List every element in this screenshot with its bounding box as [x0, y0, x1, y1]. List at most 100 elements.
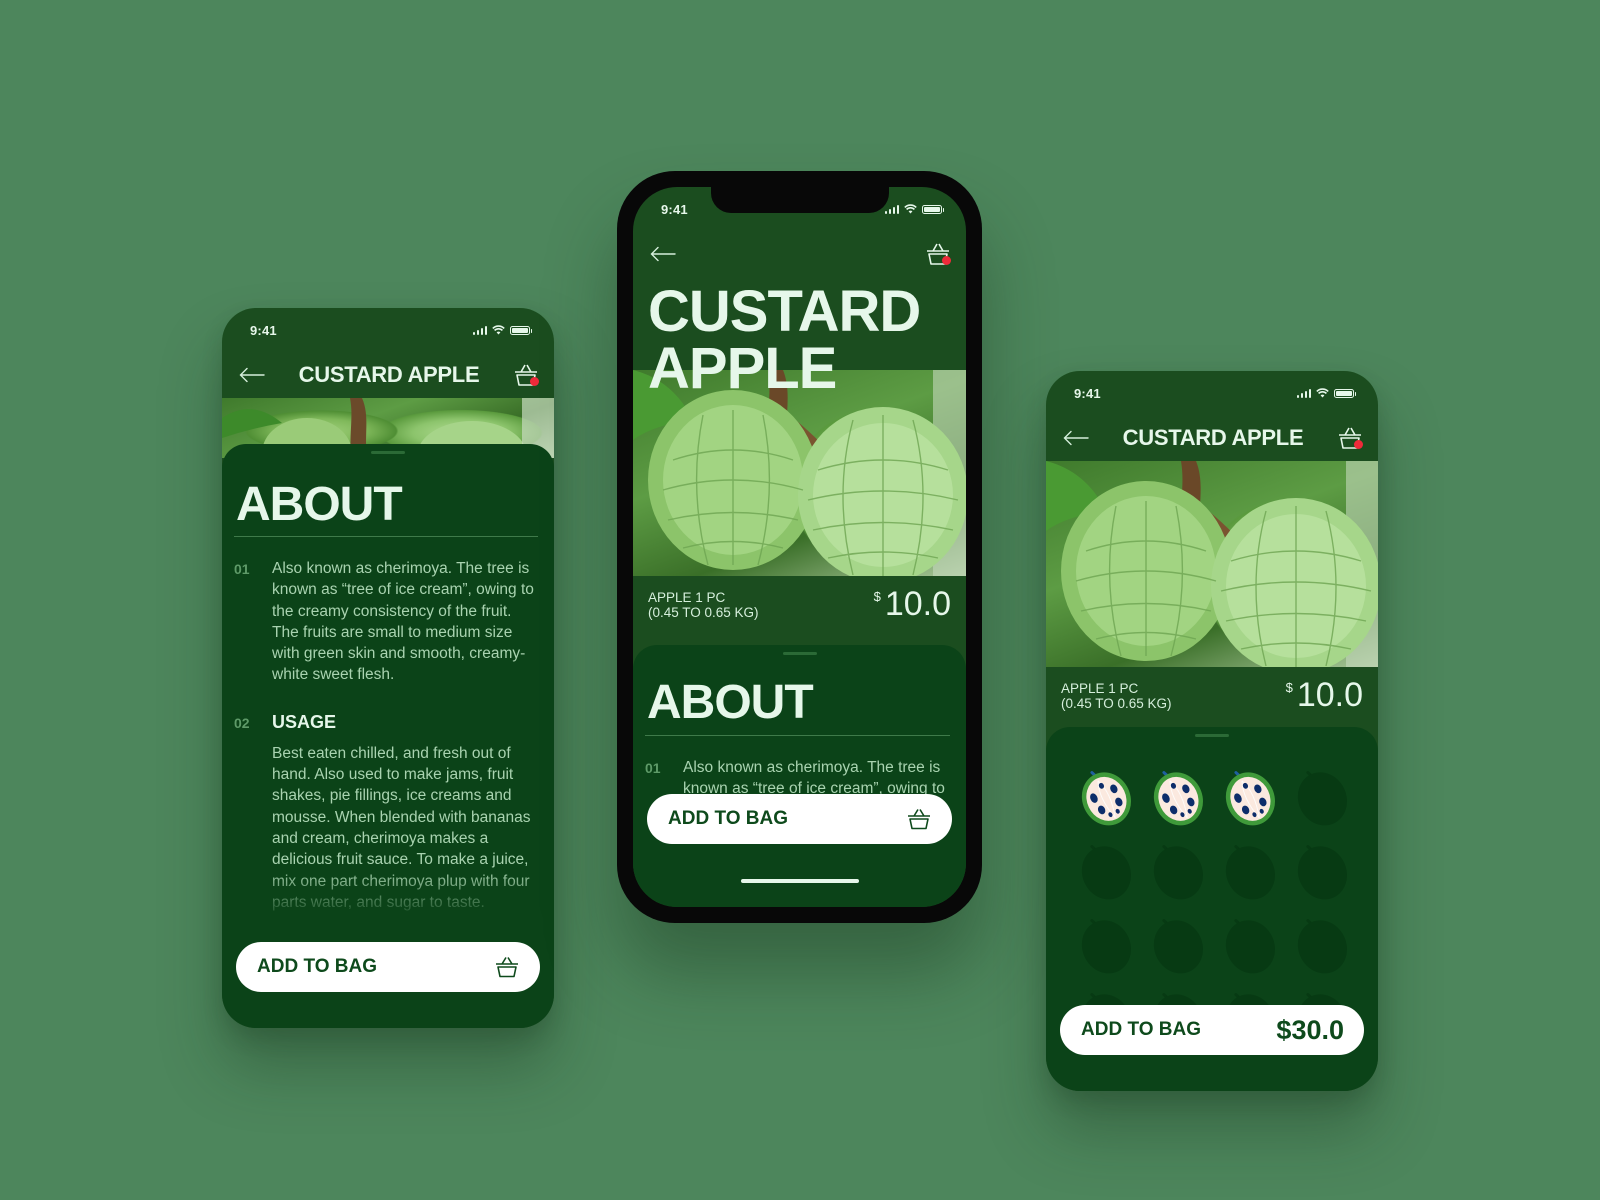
phone-notch: [711, 187, 889, 213]
add-to-bag-total: $30.0: [1276, 1014, 1344, 1045]
status-icons: [884, 204, 944, 214]
item-heading: USAGE: [272, 711, 337, 732]
arrow-left-icon: [239, 367, 265, 383]
quantity-fruit-empty[interactable]: [1214, 833, 1286, 907]
currency-symbol: $: [1285, 680, 1293, 695]
currency-symbol: $: [873, 589, 881, 604]
unit-line-2: (0.45 TO 0.65 KG): [648, 604, 759, 620]
home-indicator[interactable]: [740, 879, 859, 883]
status-icons: [1296, 388, 1356, 398]
sheet-handle[interactable]: [782, 652, 817, 655]
fruit-silhouette-icon: [1081, 845, 1131, 900]
price-row: APPLE 1 PC (0.45 TO 0.65 KG) $ 10.0: [633, 585, 966, 624]
item-text: Best eaten chilled, and fresh out of han…: [272, 744, 531, 911]
sheet-handle[interactable]: [371, 451, 405, 454]
quantity-fruit-empty[interactable]: [1142, 907, 1214, 981]
battery-icon: [1334, 388, 1356, 398]
fruit-half-icon: [1081, 771, 1131, 826]
price-row: APPLE 1 PC (0.45 TO 0.65 KG) $ 10.0: [1046, 676, 1378, 715]
signal-icon: [884, 204, 899, 214]
about-item: 02 USAGE Best eaten chilled, and fresh o…: [234, 712, 536, 921]
product-title: CUSTARD APPLE: [648, 279, 921, 401]
phone-screen: 9:41 CUSTARD APPLE APPLE 1 PC (0.45 TO 0…: [633, 187, 966, 907]
cart-button[interactable]: [512, 361, 540, 389]
cart-badge-dot: [1353, 440, 1363, 449]
phone-product-screen: 9:41 CUSTARD APPLE APPLE 1 PC (0.45 TO 0…: [617, 171, 982, 923]
fruit-silhouette-icon: [1225, 919, 1275, 974]
basket-icon: [908, 809, 930, 830]
back-button[interactable]: [649, 240, 677, 268]
quantity-fruit-selected[interactable]: [1214, 759, 1286, 833]
about-sheet: ABOUT 01 Also known as cherimoya. The tr…: [633, 645, 966, 907]
cart-button[interactable]: [924, 240, 952, 268]
unit-description: APPLE 1 PC (0.45 TO 0.65 KG): [648, 590, 759, 620]
status-icons: [472, 325, 532, 335]
fruit-silhouette-icon: [1297, 845, 1347, 900]
status-time: 9:41: [250, 322, 277, 338]
page-title: CUSTARD APPLE: [298, 362, 480, 387]
cart-badge-dot: [529, 377, 539, 386]
add-to-bag-button[interactable]: ADD TO BAG: [647, 794, 952, 844]
title-line-1: CUSTARD: [648, 279, 921, 344]
arrow-left-icon: [1063, 430, 1089, 446]
add-to-bag-button[interactable]: ADD TO BAG: [236, 942, 540, 992]
arrow-left-icon: [650, 246, 676, 262]
fruit-silhouette-icon: [1297, 771, 1347, 826]
unit-description: APPLE 1 PC (0.45 TO 0.65 KG): [1061, 681, 1172, 711]
nav-bar: CUSTARD APPLE: [222, 352, 554, 398]
wifi-icon: [904, 204, 917, 214]
about-title: ABOUT: [647, 676, 814, 729]
item-number: 02: [234, 714, 250, 731]
page-title: CUSTARD APPLE: [1122, 425, 1304, 450]
quantity-fruit-empty[interactable]: [1286, 833, 1358, 907]
fruit-silhouette-icon: [1153, 919, 1203, 974]
add-to-bag-label: ADD TO BAG: [668, 808, 788, 829]
fruit-silhouette-icon: [1297, 919, 1347, 974]
signal-icon: [472, 325, 487, 335]
about-divider: [234, 536, 538, 537]
nav-bar: [633, 231, 966, 277]
quantity-fruit-empty[interactable]: [1286, 907, 1358, 981]
phone-about-screen: 9:41 CUSTARD APPLE ABOUT 01 Also known a…: [222, 308, 554, 1028]
wifi-icon: [1316, 388, 1329, 398]
cart-badge-dot: [942, 256, 951, 265]
quantity-fruit-empty[interactable]: [1070, 907, 1142, 981]
quantity-sheet: ADD TO BAG $30.0: [1046, 727, 1378, 1091]
sheet-handle[interactable]: [1195, 734, 1229, 737]
about-divider: [645, 735, 950, 736]
price-value: 10.0: [884, 585, 951, 623]
title-line-2: APPLE: [648, 336, 837, 401]
fruit-silhouette-icon: [1081, 919, 1131, 974]
quantity-fruit-selected[interactable]: [1142, 759, 1214, 833]
about-list: 01 Also known as cherimoya. The tree is …: [234, 558, 536, 921]
about-sheet: ABOUT 01 Also known as cherimoya. The tr…: [222, 444, 554, 1028]
quantity-fruit-selected[interactable]: [1070, 759, 1142, 833]
back-button[interactable]: [1062, 424, 1090, 452]
wifi-icon: [492, 325, 505, 335]
status-bar: 9:41: [222, 308, 554, 352]
status-time: 9:41: [1074, 385, 1101, 401]
fruit-half-icon: [1225, 771, 1275, 826]
fruit-half-icon: [1153, 771, 1203, 826]
price-value: 10.0: [1296, 676, 1363, 714]
add-to-bag-label: ADD TO BAG: [1081, 1019, 1201, 1040]
quantity-fruit-empty[interactable]: [1214, 907, 1286, 981]
signal-icon: [1296, 388, 1311, 398]
fruit-silhouette-icon: [1153, 845, 1203, 900]
product-price: $ 10.0: [874, 585, 951, 624]
unit-line-1: APPLE 1 PC: [1061, 680, 1139, 696]
quantity-fruit-empty[interactable]: [1286, 759, 1358, 833]
quantity-fruit-empty[interactable]: [1070, 833, 1142, 907]
fruit-silhouette-icon: [1225, 845, 1275, 900]
item-text: Also known as cherimoya. The tree is kno…: [272, 560, 534, 684]
back-button[interactable]: [238, 361, 266, 389]
phone-quantity-screen: 9:41 CUSTARD APPLE APPLE 1 PC (0.45 TO 0…: [1046, 371, 1378, 1091]
about-item: 01 Also known as cherimoya. The tree is …: [234, 558, 536, 686]
add-to-bag-button[interactable]: ADD TO BAG $30.0: [1060, 1005, 1364, 1055]
item-number: 01: [234, 561, 250, 577]
status-time: 9:41: [661, 201, 688, 217]
about-title: ABOUT: [236, 478, 403, 531]
quantity-fruit-empty[interactable]: [1142, 833, 1214, 907]
unit-line-2: (0.45 TO 0.65 KG): [1061, 695, 1172, 711]
cart-button[interactable]: [1336, 424, 1364, 452]
